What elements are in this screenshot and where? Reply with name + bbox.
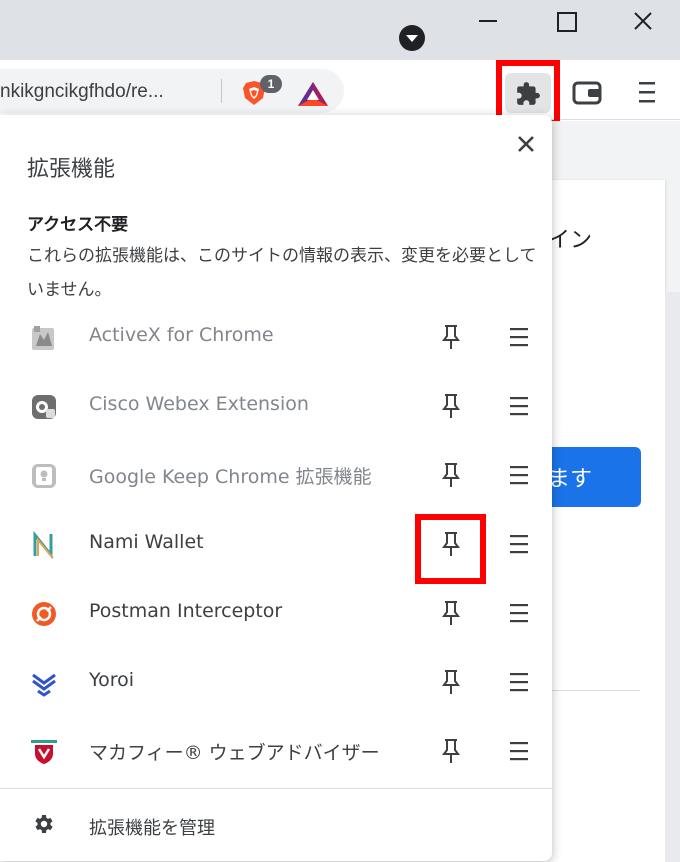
- extension-item-yoroi[interactable]: Yoroi: [0, 654, 552, 723]
- kebab-menu-icon[interactable]: [634, 76, 660, 108]
- extensions-popup: 拡張機能 アクセス不要 これらの拡張機能は、このサイトの情報の表示、変更を必要と…: [0, 115, 552, 861]
- extensions-button[interactable]: [505, 73, 551, 113]
- more-options-icon[interactable]: [508, 739, 530, 763]
- webex-icon: [32, 395, 56, 419]
- extension-name: Nami Wallet: [89, 531, 204, 553]
- manage-extensions-label: 拡張機能を管理: [89, 818, 215, 839]
- extension-name: ActiveX for Chrome: [89, 324, 274, 346]
- section-title: アクセス不要: [27, 215, 129, 235]
- tab-search-chevron-icon[interactable]: [399, 25, 425, 51]
- extension-item-google-keep[interactable]: Google Keep Chrome 拡張機能: [0, 447, 552, 516]
- activex-icon: [32, 326, 54, 350]
- extension-item-postman-interceptor[interactable]: Postman Interceptor: [0, 585, 552, 654]
- popup-divider: [0, 788, 552, 789]
- page-primary-button-label: ます: [548, 467, 593, 492]
- yoroi-icon: [32, 673, 56, 697]
- puzzle-piece-icon: [517, 82, 540, 105]
- address-bar[interactable]: nkikgncikgfhdo/re... 1: [0, 69, 344, 113]
- extension-item-activex[interactable]: ActiveX for Chrome: [0, 309, 552, 378]
- section-description: これらの拡張機能は、このサイトの情報の表示、変更を必要としていません。: [27, 246, 537, 300]
- more-options-icon[interactable]: [508, 532, 530, 556]
- pin-icon[interactable]: [440, 530, 462, 558]
- nami-wallet-icon: [33, 531, 54, 559]
- gear-icon: [35, 815, 53, 833]
- manage-extensions-button[interactable]: 拡張機能を管理: [0, 800, 552, 850]
- extension-item-mcafee-webadvisor[interactable]: マカフィー® ウェブアドバイザー: [0, 723, 552, 792]
- address-bar-divider: [221, 79, 222, 103]
- more-options-icon[interactable]: [508, 463, 530, 487]
- url-text[interactable]: nkikgncikgfhdo/re...: [0, 81, 164, 103]
- wallet-icon[interactable]: [570, 78, 606, 108]
- pin-icon[interactable]: [440, 461, 462, 489]
- pin-icon[interactable]: [440, 599, 462, 627]
- close-icon: [634, 12, 652, 30]
- extension-name: Cisco Webex Extension: [89, 393, 309, 415]
- postman-icon: [32, 602, 56, 626]
- title-bar: [0, 0, 680, 60]
- more-options-icon[interactable]: [508, 670, 530, 694]
- google-keep-icon: [32, 464, 56, 488]
- extension-name: Google Keep Chrome 拡張機能: [89, 466, 372, 488]
- extension-name: Postman Interceptor: [89, 600, 283, 622]
- extension-item-webex[interactable]: Cisco Webex Extension: [0, 378, 552, 447]
- extension-name: マカフィー® ウェブアドバイザー: [89, 742, 380, 764]
- pin-icon[interactable]: [440, 737, 462, 765]
- maximize-button[interactable]: [540, 0, 590, 44]
- page-signin-text[interactable]: イン: [548, 222, 592, 254]
- popup-close-icon[interactable]: [515, 133, 537, 155]
- more-options-icon[interactable]: [508, 394, 530, 418]
- extension-item-nami-wallet[interactable]: Nami Wallet: [0, 516, 552, 585]
- more-options-icon[interactable]: [508, 601, 530, 625]
- extension-name: Yoroi: [89, 669, 135, 691]
- shields-count-badge: 1: [260, 75, 282, 93]
- page-scrollbar[interactable]: [665, 292, 680, 862]
- popup-title: 拡張機能: [27, 157, 116, 182]
- more-options-icon[interactable]: [508, 325, 530, 349]
- pin-icon[interactable]: [440, 392, 462, 420]
- mcafee-icon: [31, 740, 57, 764]
- pin-icon[interactable]: [440, 323, 462, 351]
- pin-icon[interactable]: [440, 668, 462, 696]
- page-divider: [540, 690, 640, 691]
- browser-toolbar: nkikgncikgfhdo/re... 1: [0, 60, 680, 126]
- close-window-button[interactable]: [618, 0, 668, 44]
- brave-rewards-icon[interactable]: [296, 80, 330, 108]
- minimize-button[interactable]: [462, 0, 512, 44]
